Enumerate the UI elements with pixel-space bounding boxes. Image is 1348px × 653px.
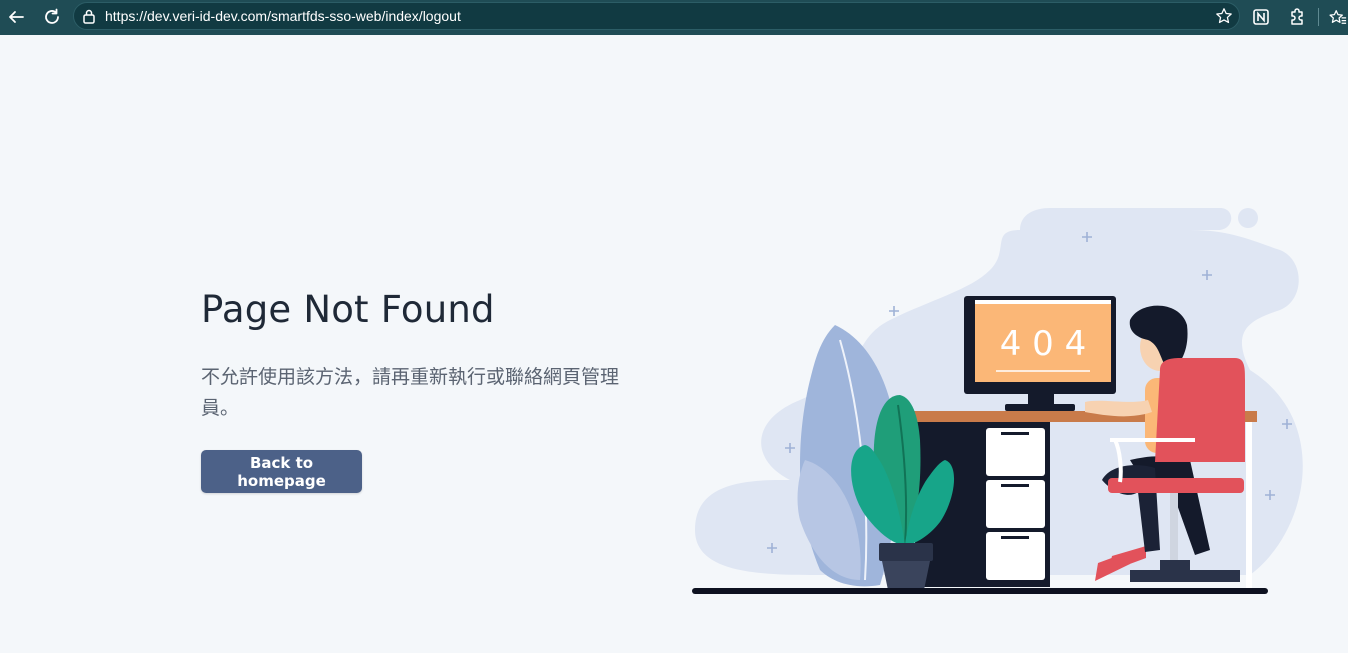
back-button[interactable]: [3, 4, 29, 30]
back-to-homepage-button[interactable]: Back to homepage: [201, 450, 362, 493]
star-icon[interactable]: [1215, 7, 1233, 29]
toolbar-separator: [1318, 8, 1319, 26]
extensions-icon[interactable]: [1285, 5, 1309, 29]
page-title: Page Not Found: [201, 288, 495, 331]
reload-button[interactable]: [39, 4, 65, 30]
lock-icon[interactable]: [82, 8, 96, 28]
404-illustration: 4 0 4: [692, 208, 1303, 594]
browser-toolbar: https://dev.veri-id-dev.com/smartfds-sso…: [0, 0, 1348, 35]
reload-icon: [45, 8, 59, 24]
url-text[interactable]: https://dev.veri-id-dev.com/smartfds-sso…: [105, 8, 461, 24]
back-arrow-icon: [9, 11, 24, 23]
error-message: 不允許使用該方法，請再重新執行或聯絡網頁管理員。: [201, 366, 620, 419]
notion-extension-icon[interactable]: [1249, 5, 1273, 29]
monitor: 4 0 4: [964, 296, 1116, 411]
address-bar[interactable]: https://dev.veri-id-dev.com/smartfds-sso…: [73, 2, 1240, 30]
monitor-404-text: 4 0 4: [1000, 324, 1087, 364]
favorites-icon[interactable]: [1326, 5, 1348, 29]
